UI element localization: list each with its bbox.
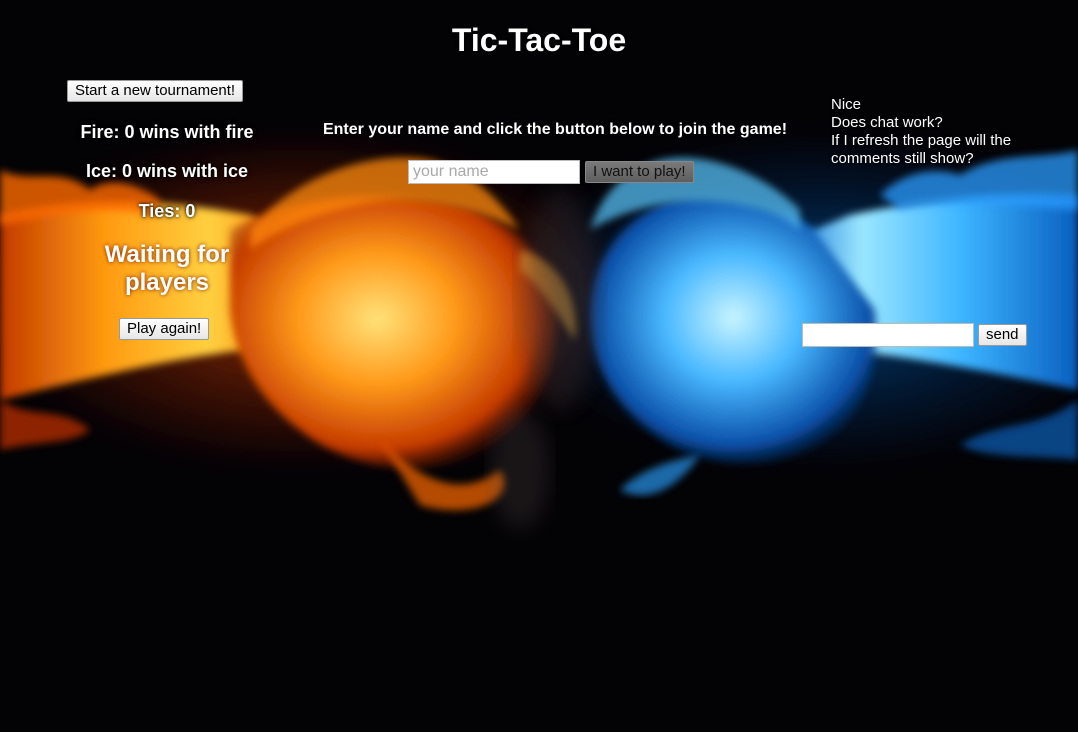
player-name-input[interactable] [408,160,580,184]
ice-score: Ice: 0 wins with ice [85,161,249,181]
game-status: Waiting for players [77,241,257,297]
send-button[interactable]: send [978,324,1027,346]
chat-messages: Nice Does chat work? If I refresh the pa… [831,96,1071,168]
join-instructions: Enter your name and click the button bel… [322,121,788,138]
chat-message: comments still show? [831,150,974,167]
chat-message: If I refresh the page will the [831,132,1012,149]
ties-score: Ties: 0 [138,201,196,221]
want-to-play-button[interactable]: I want to play! [585,161,694,183]
chat-message: Nice [831,96,862,113]
chat-input[interactable] [802,323,974,347]
chat-message: Does chat work? [831,114,943,131]
play-again-button[interactable]: Play again! [119,318,210,340]
game-status-line-2: players [124,269,210,296]
fire-score: Fire: 0 wins with fire [80,122,254,142]
page-title: Tic-Tac-Toe [451,22,627,58]
start-tournament-button[interactable]: Start a new tournament! [67,80,244,102]
game-status-line-1: Waiting for [104,241,230,268]
